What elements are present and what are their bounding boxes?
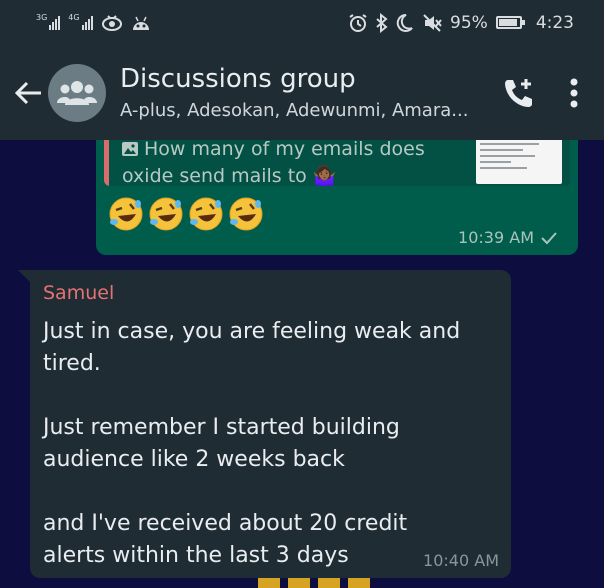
outgoing-message[interactable]: How many of my emails does oxide send ma… (96, 140, 578, 255)
check-icon (541, 231, 557, 244)
network-type-label: 3G (36, 12, 48, 22)
quoted-image-thumbnail (476, 140, 562, 184)
chat-header: Discussions group A-plus, Adesokan, Adew… (0, 45, 604, 140)
status-bar: 3G 4G 95% 4:23 (0, 0, 604, 45)
quote-accent-bar (104, 140, 109, 186)
battery-percentage: 95% (450, 12, 488, 33)
moon-icon (396, 13, 413, 32)
bluetooth-icon (376, 12, 388, 33)
rofl-emoji-icon (229, 197, 263, 231)
wallpaper-decoration (258, 578, 370, 588)
back-arrow-icon (14, 81, 41, 104)
chat-info[interactable]: Discussions group A-plus, Adesokan, Adew… (120, 64, 502, 121)
group-members: A-plus, Adesokan, Adewunmi, Amara... (120, 100, 469, 121)
message-paragraph: Just in case, you are feeling weak and t… (43, 319, 461, 376)
message-text: Just in case, you are feeling weak and t… (43, 316, 473, 572)
group-name: Discussions group (120, 64, 356, 94)
signal-icon-2: 4G (68, 12, 93, 30)
network-type-label-2: 4G (68, 12, 80, 22)
add-call-icon[interactable] (502, 76, 536, 110)
rofl-emoji-icon (149, 197, 183, 231)
back-button[interactable] (2, 45, 54, 140)
rofl-emoji-icon (189, 197, 223, 231)
image-icon (122, 142, 138, 156)
rofl-emoji-icon (109, 197, 143, 231)
quoted-text: How many of my emails does oxide send ma… (122, 140, 425, 186)
signal-icon: 3G (36, 12, 61, 30)
quoted-message[interactable]: How many of my emails does oxide send ma… (104, 140, 570, 186)
message-paragraph: Just remember I started building audienc… (43, 415, 400, 472)
sender-name[interactable]: Samuel (43, 282, 114, 304)
group-avatar-icon (57, 80, 97, 105)
battery-icon (495, 16, 525, 29)
message-time: 10:40 AM (423, 551, 499, 570)
message-meta: 10:39 AM (458, 228, 558, 247)
emoji-message-body (108, 196, 264, 232)
mute-icon (423, 13, 442, 32)
message-paragraph: and I've received about 20 credit alerts… (43, 511, 408, 568)
robot-icon (132, 16, 149, 30)
eye-icon (101, 14, 122, 31)
group-avatar[interactable] (48, 63, 106, 122)
alarm-icon (349, 13, 367, 32)
clock: 4:23 (535, 12, 574, 33)
message-time: 10:39 AM (458, 228, 534, 247)
more-vert-icon[interactable] (570, 78, 578, 108)
chat-area[interactable]: How many of my emails does oxide send ma… (0, 140, 604, 588)
incoming-message[interactable]: Samuel Just in case, you are feeling wea… (30, 270, 511, 578)
